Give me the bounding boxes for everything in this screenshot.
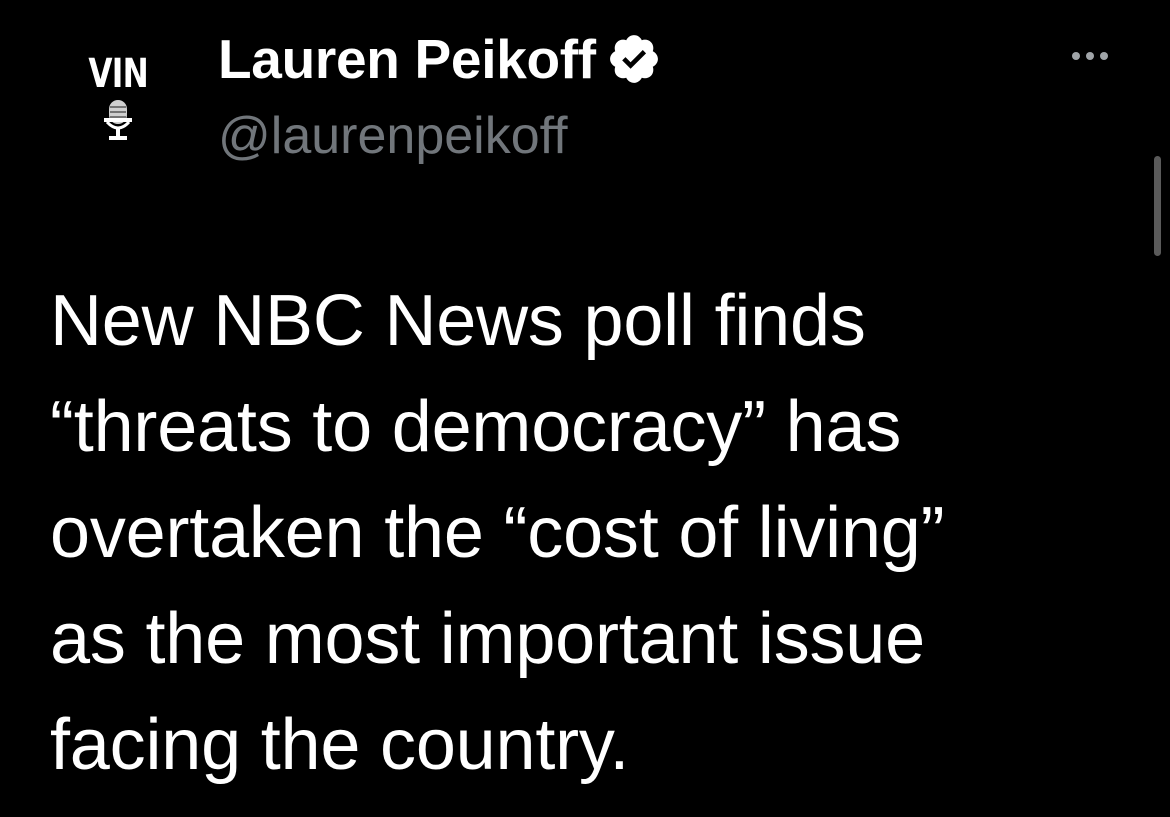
verified-badge-icon [609, 35, 658, 83]
more-dot-icon [1086, 52, 1094, 60]
tweet-line: “threats to democracy” has [50, 387, 902, 467]
display-name[interactable]: Lauren Peikoff [218, 31, 596, 87]
tweet-line: facing the country. [50, 705, 630, 785]
microphone-icon [104, 100, 132, 140]
more-dot-icon [1100, 52, 1108, 60]
more-options-button[interactable] [1072, 52, 1108, 60]
scrollbar[interactable] [1154, 156, 1161, 256]
avatar-logo-text: VIN [88, 51, 148, 97]
tweet-line: overtaken the “cost of living” [50, 493, 945, 573]
author-name-row[interactable]: Lauren Peikoff [218, 26, 662, 92]
user-handle[interactable]: @laurenpeikoff [218, 110, 568, 162]
tweet-line: New NBC News poll finds [50, 281, 866, 361]
avatar[interactable]: VIN [70, 48, 166, 160]
more-dot-icon [1072, 52, 1080, 60]
tweet-line: as the most important issue [50, 599, 925, 679]
tweet-text: New NBC News poll finds “threats to demo… [50, 268, 1130, 798]
